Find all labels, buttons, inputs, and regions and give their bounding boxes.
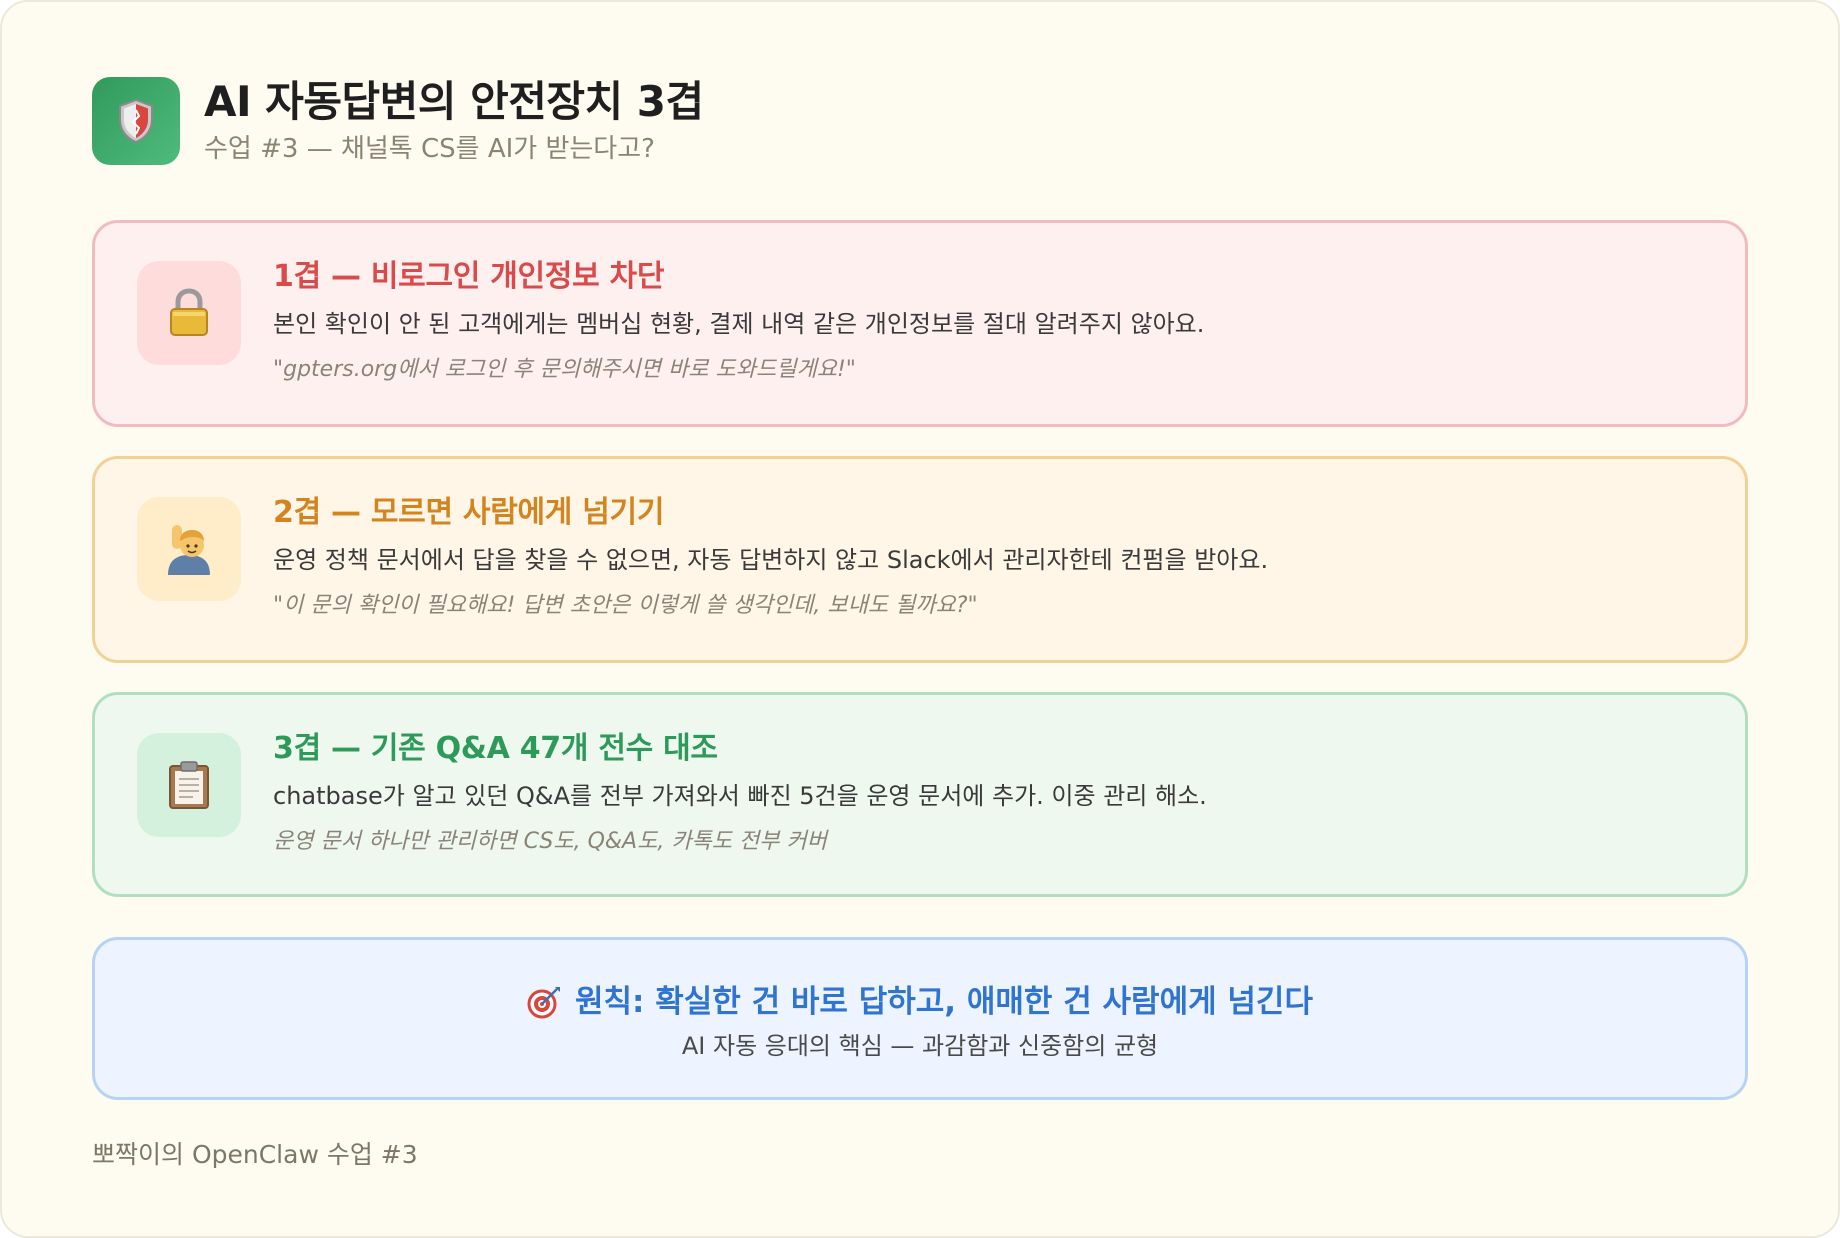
card-quote: "이 문의 확인이 필요해요! 답변 초안은 이렇게 쓸 생각인데, 보내도 될…: [273, 593, 978, 618]
card-title: 2겹 — 모르면 사람에게 넘기기: [273, 495, 665, 530]
card-title: 3겹 — 기존 Q&A 47개 전수 대조: [273, 731, 718, 766]
target-icon: [527, 987, 561, 1019]
safeguard-card-1: 1겹 — 비로그인 개인정보 차단 본인 확인이 안 된 고객에게는 멤버십 현…: [92, 220, 1748, 427]
principle-title: 원칙: 확실한 건 바로 답하고, 애매한 건 사람에게 넘긴다: [575, 984, 1313, 1020]
raising-hand-icon: [168, 525, 210, 575]
safeguard-card-3: 3겹 — 기존 Q&A 47개 전수 대조 chatbase가 알고 있던 Q&…: [92, 692, 1748, 897]
card-icon-box: [137, 261, 241, 365]
card-description: chatbase가 알고 있던 Q&A를 전부 가져와서 빠진 5건을 운영 문…: [273, 782, 1207, 810]
card-icon-box: [137, 497, 241, 601]
header: AI 자동답변의 안전장치 3겹 수업 #3 — 채널톡 CS를 AI가 받는다…: [92, 76, 704, 166]
clipboard-icon: [169, 761, 209, 809]
page: AI 자동답변의 안전장치 3겹 수업 #3 — 채널톡 CS를 AI가 받는다…: [0, 0, 1840, 1238]
principle-subtitle: AI 자동 응대의 핵심 — 과감함과 신중함의 균형: [681, 1032, 1159, 1060]
card-title: 1겹 — 비로그인 개인정보 차단: [273, 259, 665, 294]
shield-icon: [119, 98, 153, 144]
principle-box: 원칙: 확실한 건 바로 답하고, 애매한 건 사람에게 넘긴다 AI 자동 응…: [92, 937, 1748, 1100]
lock-icon: [170, 288, 208, 336]
page-title: AI 자동답변의 안전장치 3겹: [204, 77, 704, 126]
page-subtitle: 수업 #3 — 채널톡 CS를 AI가 받는다고?: [204, 134, 655, 164]
card-quote: 운영 문서 하나만 관리하면 CS도, Q&A도, 카톡도 전부 커버: [273, 829, 827, 854]
card-description: 본인 확인이 안 된 고객에게는 멤버십 현황, 결제 내역 같은 개인정보를 …: [273, 310, 1205, 338]
footer-credit: 뽀짝이의 OpenClaw 수업 #3: [92, 1140, 418, 1169]
app-logo: [92, 77, 180, 165]
card-icon-box: [137, 733, 241, 837]
card-quote: "gpters.org에서 로그인 후 문의해주시면 바로 도와드릴게요!": [273, 357, 856, 382]
card-description: 운영 정책 문서에서 답을 찾을 수 없으면, 자동 답변하지 않고 Slack…: [273, 546, 1269, 574]
safeguard-card-2: 2겹 — 모르면 사람에게 넘기기 운영 정책 문서에서 답을 찾을 수 없으면…: [92, 456, 1748, 663]
